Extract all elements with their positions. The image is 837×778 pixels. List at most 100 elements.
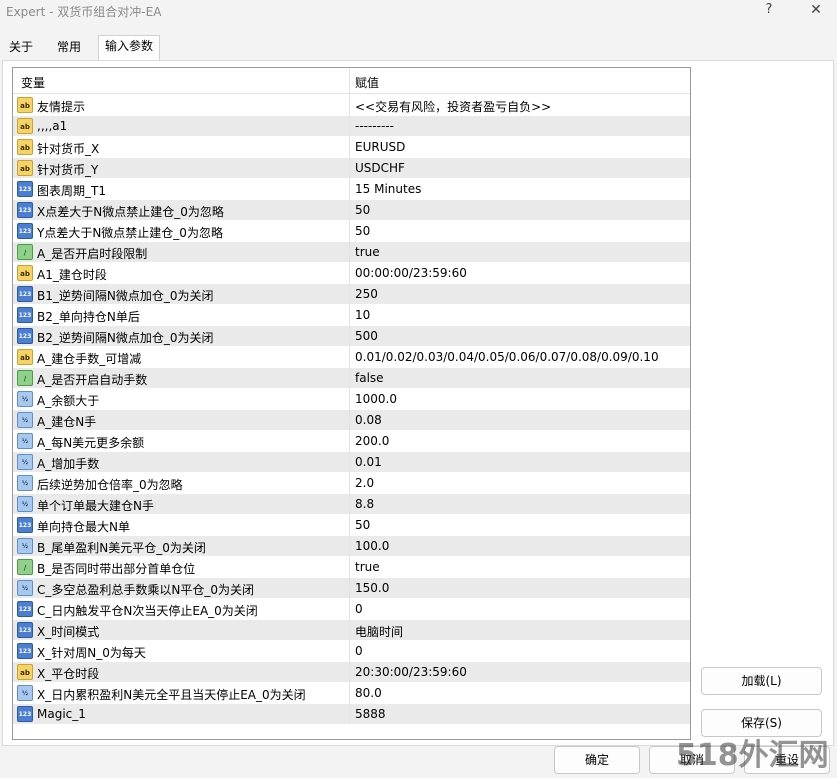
double-type-icon: ½ bbox=[17, 538, 33, 554]
parameter-name: 针对货币_Y bbox=[37, 163, 99, 177]
table-row[interactable]: ½ 单个订单最大建仓N手 8.8 bbox=[13, 494, 690, 515]
help-button[interactable]: ? bbox=[757, 0, 781, 22]
integer-type-icon: 123 bbox=[17, 286, 33, 302]
table-row[interactable]: ½ A_增加手数 0.01 bbox=[13, 452, 690, 473]
table-row[interactable]: ½ A_建仓N手 0.08 bbox=[13, 410, 690, 431]
table-header: 变量 赋值 bbox=[13, 68, 690, 94]
table-row[interactable]: ab 针对货币_Y USDCHF bbox=[13, 158, 690, 179]
parameter-value[interactable]: 0 bbox=[355, 644, 363, 658]
parameter-value[interactable]: 50 bbox=[355, 203, 370, 217]
table-row[interactable]: 123 图表周期_T1 15 Minutes bbox=[13, 179, 690, 200]
double-type-icon: ½ bbox=[17, 412, 33, 428]
parameter-value[interactable]: 0.01/0.02/0.03/0.04/0.05/0.06/0.07/0.08/… bbox=[355, 350, 659, 364]
table-row[interactable]: ½ A_每N美元更多余额 200.0 bbox=[13, 431, 690, 452]
table-row[interactable]: ab ,,,,a1 --------- bbox=[13, 116, 690, 137]
double-type-icon: ½ bbox=[17, 685, 33, 701]
parameter-value[interactable]: 150.0 bbox=[355, 581, 389, 595]
parameter-value[interactable]: EURUSD bbox=[355, 140, 405, 154]
parameter-value[interactable]: 1000.0 bbox=[355, 392, 397, 406]
parameter-name: B1_逆势间隔N微点加仓_0为关闭 bbox=[37, 289, 214, 303]
table-row[interactable]: 123 Magic_1 5888 bbox=[13, 704, 690, 725]
save-button[interactable]: 保存(S) bbox=[701, 709, 822, 737]
parameter-name: B_是否同时带出部分首单仓位 bbox=[37, 562, 196, 576]
parameter-name: 单个订单最大建仓N手 bbox=[37, 499, 154, 513]
parameter-value[interactable]: 0.01 bbox=[355, 455, 382, 469]
table-row[interactable]: ∕ A_是否开启自动手数 false bbox=[13, 368, 690, 389]
table-row[interactable]: 123 Y点差大于N微点禁止建仓_0为忽略 50 bbox=[13, 221, 690, 242]
string-type-icon: ab bbox=[17, 97, 33, 113]
table-row[interactable]: ½ C_多空总盈利总手数乘以N平仓_0为关闭 150.0 bbox=[13, 578, 690, 599]
parameter-name: 友情提示 bbox=[37, 100, 86, 114]
parameter-value[interactable]: --------- bbox=[355, 119, 394, 133]
table-row[interactable]: ½ 后续逆势加仓倍率_0为忽略 2.0 bbox=[13, 473, 690, 494]
window-title: Expert - 双货币组合对冲-EA bbox=[6, 5, 162, 19]
parameter-name: X_针对周N_0为每天 bbox=[37, 646, 146, 660]
tab-common[interactable]: 常用 bbox=[48, 37, 90, 59]
parameter-value[interactable]: true bbox=[355, 245, 380, 259]
header-divider[interactable] bbox=[349, 68, 350, 94]
parameter-name: 后续逆势加仓倍率_0为忽略 bbox=[37, 478, 183, 492]
parameter-value[interactable]: 200.0 bbox=[355, 434, 389, 448]
table-row[interactable]: ab 友情提示 <<交易有风险，投资者盈亏自负>> bbox=[13, 95, 690, 116]
table-row[interactable]: 123 X点差大于N微点禁止建仓_0为忽略 50 bbox=[13, 200, 690, 221]
parameter-value[interactable]: 00:00:00/23:59:60 bbox=[355, 266, 467, 280]
title-bar: Expert - 双货币组合对冲-EA ? ✕ bbox=[0, 0, 837, 30]
parameter-value[interactable]: 50 bbox=[355, 518, 370, 532]
parameter-value[interactable]: 80.0 bbox=[355, 686, 382, 700]
double-type-icon: ½ bbox=[17, 580, 33, 596]
parameter-value[interactable]: 0.08 bbox=[355, 413, 382, 427]
table-row[interactable]: 123 B2_单向持仓N单后 10 bbox=[13, 305, 690, 326]
parameter-value[interactable]: 100.0 bbox=[355, 539, 389, 553]
parameter-value[interactable]: 15 Minutes bbox=[355, 182, 421, 196]
table-row[interactable]: ∕ B_是否同时带出部分首单仓位 true bbox=[13, 557, 690, 578]
integer-type-icon: 123 bbox=[17, 706, 33, 722]
table-row[interactable]: 123 B2_逆势间隔N微点加仓_0为关闭 500 bbox=[13, 326, 690, 347]
header-variable[interactable]: 变量 bbox=[21, 74, 45, 91]
table-row[interactable]: ½ B_尾单盈利N美元平仓_0为关闭 100.0 bbox=[13, 536, 690, 557]
table-row[interactable]: 123 B1_逆势间隔N微点加仓_0为关闭 250 bbox=[13, 284, 690, 305]
tab-about[interactable]: 关于 bbox=[4, 37, 38, 59]
table-row[interactable]: ab A_建仓手数_可增减 0.01/0.02/0.03/0.04/0.05/0.0… bbox=[13, 347, 690, 368]
load-button[interactable]: 加载(L) bbox=[701, 667, 822, 695]
parameter-name: A_每N美元更多余额 bbox=[37, 436, 145, 450]
parameter-value[interactable]: 8.8 bbox=[355, 497, 374, 511]
table-row[interactable]: ab A1_建仓时段 00:00:00/23:59:60 bbox=[13, 263, 690, 284]
parameter-value[interactable]: 50 bbox=[355, 224, 370, 238]
parameter-value[interactable]: 0 bbox=[355, 602, 363, 616]
parameter-value[interactable]: 10 bbox=[355, 308, 370, 322]
parameter-value[interactable]: USDCHF bbox=[355, 161, 405, 175]
table-row[interactable]: ∕ A_是否开启时段限制 true bbox=[13, 242, 690, 263]
integer-type-icon: 123 bbox=[17, 517, 33, 533]
parameter-name: X点差大于N微点禁止建仓_0为忽略 bbox=[37, 205, 224, 219]
parameter-value[interactable]: 500 bbox=[355, 329, 378, 343]
parameters-table[interactable]: 变量 赋值 ab 友情提示 <<交易有风险，投资者盈亏自负>> ab ,,,,a1 ---… bbox=[12, 67, 691, 740]
table-row[interactable]: ½ A_余额大于 1000.0 bbox=[13, 389, 690, 410]
parameter-name: A_是否开启自动手数 bbox=[37, 373, 148, 387]
table-row[interactable]: 123 X_时间模式 电脑时间 bbox=[13, 620, 690, 641]
parameter-value[interactable]: <<交易有风险，投资者盈亏自负>> bbox=[355, 98, 551, 115]
integer-type-icon: 123 bbox=[17, 223, 33, 239]
parameter-value[interactable]: true bbox=[355, 560, 380, 574]
parameter-value[interactable]: 2.0 bbox=[355, 476, 374, 490]
header-value[interactable]: 赋值 bbox=[355, 74, 379, 91]
double-type-icon: ½ bbox=[17, 475, 33, 491]
double-type-icon: ½ bbox=[17, 391, 33, 407]
ok-button[interactable]: 确定 bbox=[554, 746, 640, 774]
parameter-value[interactable]: 20:30:00/23:59:60 bbox=[355, 665, 467, 679]
parameter-value[interactable]: false bbox=[355, 371, 384, 385]
table-row[interactable]: 123 C_日内触发平仓N次当天停止EA_0为关闭 0 bbox=[13, 599, 690, 620]
tab-inputs[interactable]: 输入参数 bbox=[98, 35, 160, 60]
parameter-name: B2_逆势间隔N微点加仓_0为关闭 bbox=[37, 331, 214, 345]
parameter-value[interactable]: 5888 bbox=[355, 707, 386, 721]
table-row[interactable]: ab X_平仓时段 20:30:00/23:59:60 bbox=[13, 662, 690, 683]
watermark-logo: 518外汇网 bbox=[676, 738, 829, 773]
parameter-value[interactable]: 250 bbox=[355, 287, 378, 301]
close-button[interactable]: ✕ bbox=[801, 0, 831, 22]
table-row[interactable]: ab 针对货币_X EURUSD bbox=[13, 137, 690, 158]
parameter-value[interactable]: 电脑时间 bbox=[355, 623, 403, 640]
table-row[interactable]: 123 X_针对周N_0为每天 0 bbox=[13, 641, 690, 662]
table-row[interactable]: ½ X_日内累积盈利N美元全平且当天停止EA_0为关闭 80.0 bbox=[13, 683, 690, 704]
table-row[interactable]: 123 单向持仓最大N单 50 bbox=[13, 515, 690, 536]
tab-bar: 关于 常用 输入参数 bbox=[0, 35, 837, 61]
string-type-icon: ab bbox=[17, 349, 33, 365]
